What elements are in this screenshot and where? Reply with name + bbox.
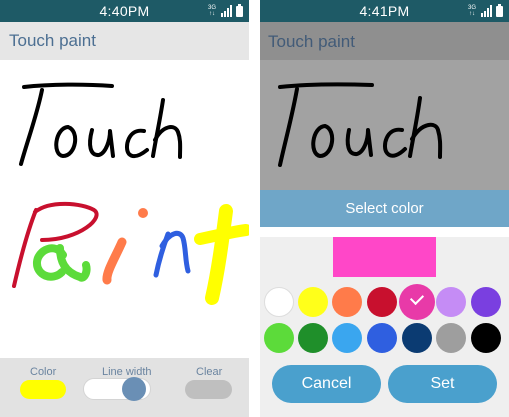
color-swatch-3[interactable] — [332, 287, 362, 317]
status-icons: 3G ↑↓ — [467, 3, 503, 19]
color-swatch-14[interactable] — [471, 323, 501, 353]
line-width-label: Line width — [102, 366, 152, 378]
color-swatch-12[interactable] — [402, 323, 432, 353]
color-swatch-7[interactable] — [471, 287, 501, 317]
select-color-dialog-header: Select color — [260, 190, 509, 227]
color-swatch-5[interactable] — [402, 287, 432, 317]
drawing-canvas[interactable] — [0, 60, 249, 358]
color-swatch-11[interactable] — [367, 323, 397, 353]
selected-color-preview — [333, 237, 436, 277]
color-swatch-8[interactable] — [264, 323, 294, 353]
network-type-icon: 3G ↑↓ — [207, 5, 216, 17]
status-bar: 4:40PM 3G ↑↓ — [0, 0, 249, 22]
cancel-button[interactable]: Cancel — [272, 365, 381, 403]
signal-icon — [221, 5, 232, 17]
color-label: Color — [30, 366, 57, 378]
color-swatch-10[interactable] — [332, 323, 362, 353]
line-width-slider-handle[interactable] — [122, 377, 146, 401]
set-button[interactable]: Set — [388, 365, 497, 403]
app-title: Touch paint — [9, 31, 96, 50]
status-bar: 4:41PM 3G ↑↓ — [260, 0, 509, 22]
dimmed-drawing-strokes — [278, 82, 443, 167]
color-swatch-9[interactable] — [298, 323, 328, 353]
network-type-icon: 3G ↑↓ — [467, 5, 476, 17]
color-picker: Cancel Set — [260, 237, 509, 417]
checkmark-icon — [409, 290, 425, 306]
clear-button[interactable] — [185, 380, 232, 399]
clear-label: Clear — [196, 366, 223, 378]
drawing-strokes — [12, 82, 249, 305]
color-swatch-13[interactable] — [436, 323, 466, 353]
signal-icon — [481, 5, 492, 17]
bottom-toolbar: Color Line width Clear — [0, 358, 249, 417]
color-swatch-6[interactable] — [436, 287, 466, 317]
dimmed-canvas: Touch paint — [260, 22, 509, 190]
battery-icon — [236, 3, 243, 17]
color-swatch-4[interactable] — [367, 287, 397, 317]
select-color-screen: 4:41PM 3G ↑↓ Touch paint Select color Ca… — [260, 0, 509, 417]
battery-icon — [496, 3, 503, 17]
app-bar: Touch paint — [0, 22, 249, 60]
paint-screen: 4:40PM 3G ↑↓ Touch paint Color Line widt… — [0, 0, 249, 417]
color-swatch-2[interactable] — [298, 287, 328, 317]
color-swatch-1[interactable] — [264, 287, 294, 317]
status-icons: 3G ↑↓ — [207, 3, 243, 19]
dialog-title: Select color — [345, 200, 424, 217]
dialog-spacer — [260, 227, 509, 237]
color-button[interactable] — [20, 380, 66, 399]
